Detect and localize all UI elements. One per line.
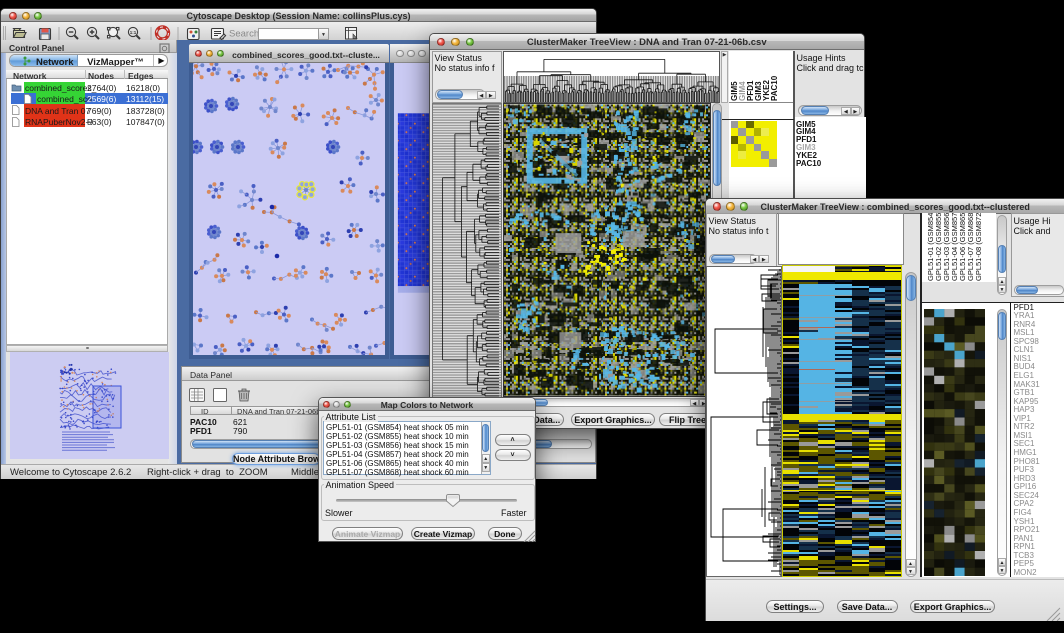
svg-text:Search:: Search: [229,29,262,40]
svg-text:1:1: 1:1 [130,30,137,35]
